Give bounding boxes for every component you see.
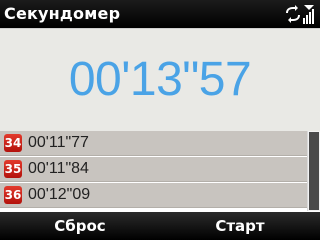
- status-icons: [282, 4, 314, 24]
- lap-row[interactable]: 35 00'11"84: [0, 157, 308, 182]
- lap-list[interactable]: 34 00'11"77 35 00'11"84 36 00'12"09: [0, 131, 308, 211]
- start-softkey[interactable]: Старт: [160, 217, 320, 235]
- lap-row[interactable]: 36 00'12"09: [0, 183, 308, 208]
- softkey-bar: Сброс Старт: [0, 212, 320, 240]
- lap-time: 00'12"09: [28, 186, 91, 203]
- reset-softkey[interactable]: Сброс: [0, 217, 160, 235]
- scrollbar-thumb[interactable]: [309, 132, 319, 210]
- timer-display: 00'13"57: [68, 52, 252, 106]
- lap-scrollbar[interactable]: [307, 131, 320, 211]
- sync-icon: [286, 5, 300, 23]
- app-title: Секундомер: [4, 4, 121, 23]
- lap-number-badge: 36: [4, 186, 22, 204]
- title-bar: Секундомер: [0, 0, 320, 28]
- lap-time: 00'11"77: [28, 134, 89, 151]
- signal-icon: [303, 5, 314, 24]
- lap-number-badge: 35: [4, 160, 22, 178]
- lap-number-badge: 34: [4, 134, 22, 152]
- lap-time: 00'11"84: [28, 160, 89, 177]
- lap-row[interactable]: 34 00'11"77: [0, 131, 308, 156]
